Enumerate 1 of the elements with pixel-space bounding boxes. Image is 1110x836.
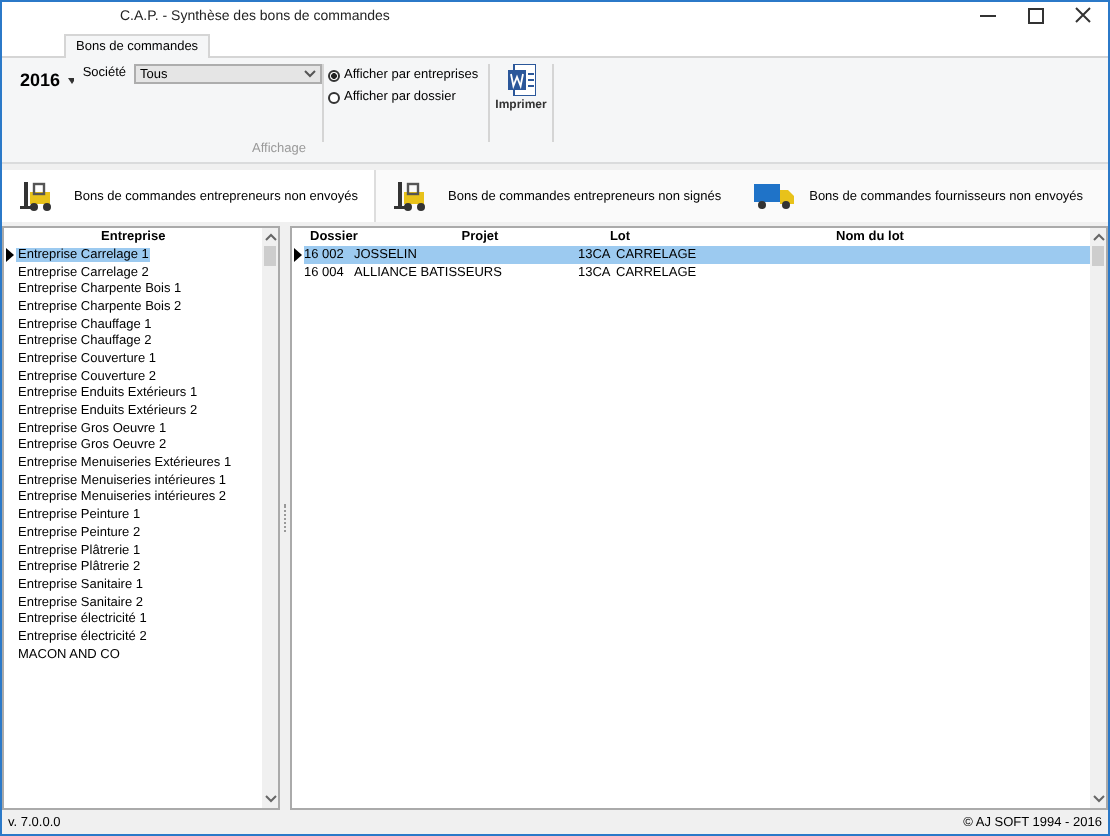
year-selector[interactable]: 2016 [20, 70, 61, 90]
